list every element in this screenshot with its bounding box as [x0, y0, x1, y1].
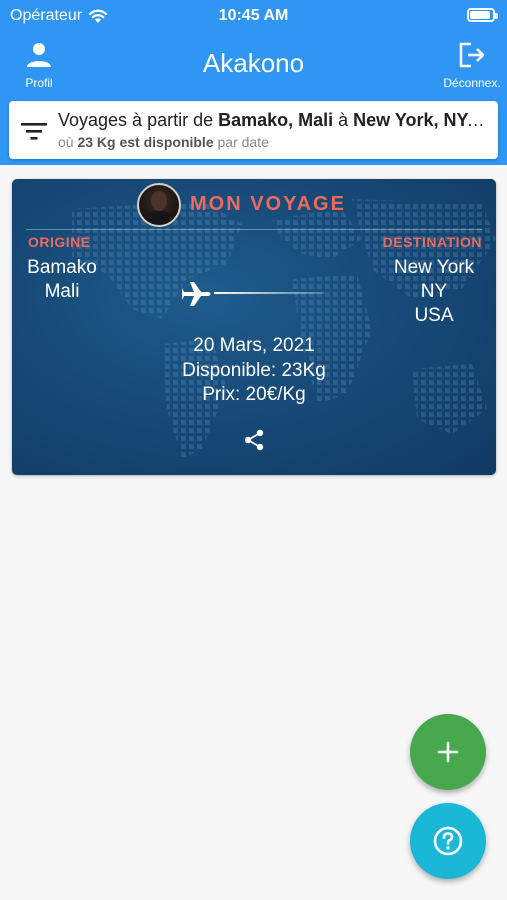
- filter-origin: Bamako, Mali: [218, 110, 334, 130]
- help-button[interactable]: [410, 803, 486, 879]
- trip-card-header: MON VOYAGE: [12, 181, 496, 229]
- filter-line2-prefix: où: [58, 134, 78, 150]
- trip-price: Prix: 20€/Kg: [202, 384, 306, 405]
- origin-city: Bamako: [27, 257, 97, 278]
- filter-weight: 23 Kg est disponible: [77, 134, 214, 150]
- add-trip-button[interactable]: [410, 714, 486, 790]
- divider: [26, 229, 482, 230]
- filter-route-text: Voyages à partir de Bamako, Mali à New Y…: [58, 110, 488, 131]
- filter-destination: New York, NY, USA: [353, 110, 488, 130]
- filter-weight-text: où 23 Kg est disponible par date: [58, 134, 269, 150]
- logout-label: Déconnex.: [443, 76, 501, 90]
- trip-filter-bar[interactable]: Voyages à partir de Bamako, Mali à New Y…: [9, 101, 498, 159]
- origin-country: Mali: [44, 281, 80, 302]
- filter-icon: [21, 123, 47, 140]
- battery-icon: [467, 8, 498, 22]
- destination-label: DESTINATION: [382, 234, 482, 250]
- destination-country: USA: [414, 305, 454, 326]
- filter-line2-suffix: par date: [213, 134, 269, 150]
- destination-city: New York: [393, 257, 475, 278]
- trip-available: Disponible: 23Kg: [182, 360, 326, 381]
- help-icon: [433, 826, 463, 856]
- trip-card[interactable]: MON VOYAGE ORIGINE DESTINATION Bamako Ma…: [12, 179, 496, 475]
- destination-state: NY: [420, 281, 448, 302]
- airplane-icon: [182, 282, 211, 306]
- trip-card-title: MON VOYAGE: [190, 193, 346, 215]
- flight-trail: [214, 292, 324, 294]
- filter-connector: à: [333, 110, 354, 130]
- logout-icon: [459, 42, 485, 68]
- origin-place: Bamako Mali: [22, 256, 102, 304]
- destination-place: New York NY USA: [378, 256, 490, 328]
- app-title: Akakono: [202, 48, 305, 78]
- origin-label: ORIGINE: [28, 234, 91, 250]
- avatar: [137, 183, 181, 227]
- status-bar: Opérateur 10:45 AM: [0, 0, 507, 32]
- filter-prefix: Voyages à partir de: [58, 110, 219, 130]
- app-bar: Opérateur 10:45 AM Profil Akakono Déconn…: [0, 0, 507, 165]
- status-time: 10:45 AM: [218, 7, 289, 24]
- share-icon[interactable]: [243, 429, 265, 451]
- plus-icon: [437, 741, 459, 763]
- trip-date: 20 Mars, 2021: [193, 335, 315, 356]
- logout-button[interactable]: Déconnex.: [441, 40, 503, 90]
